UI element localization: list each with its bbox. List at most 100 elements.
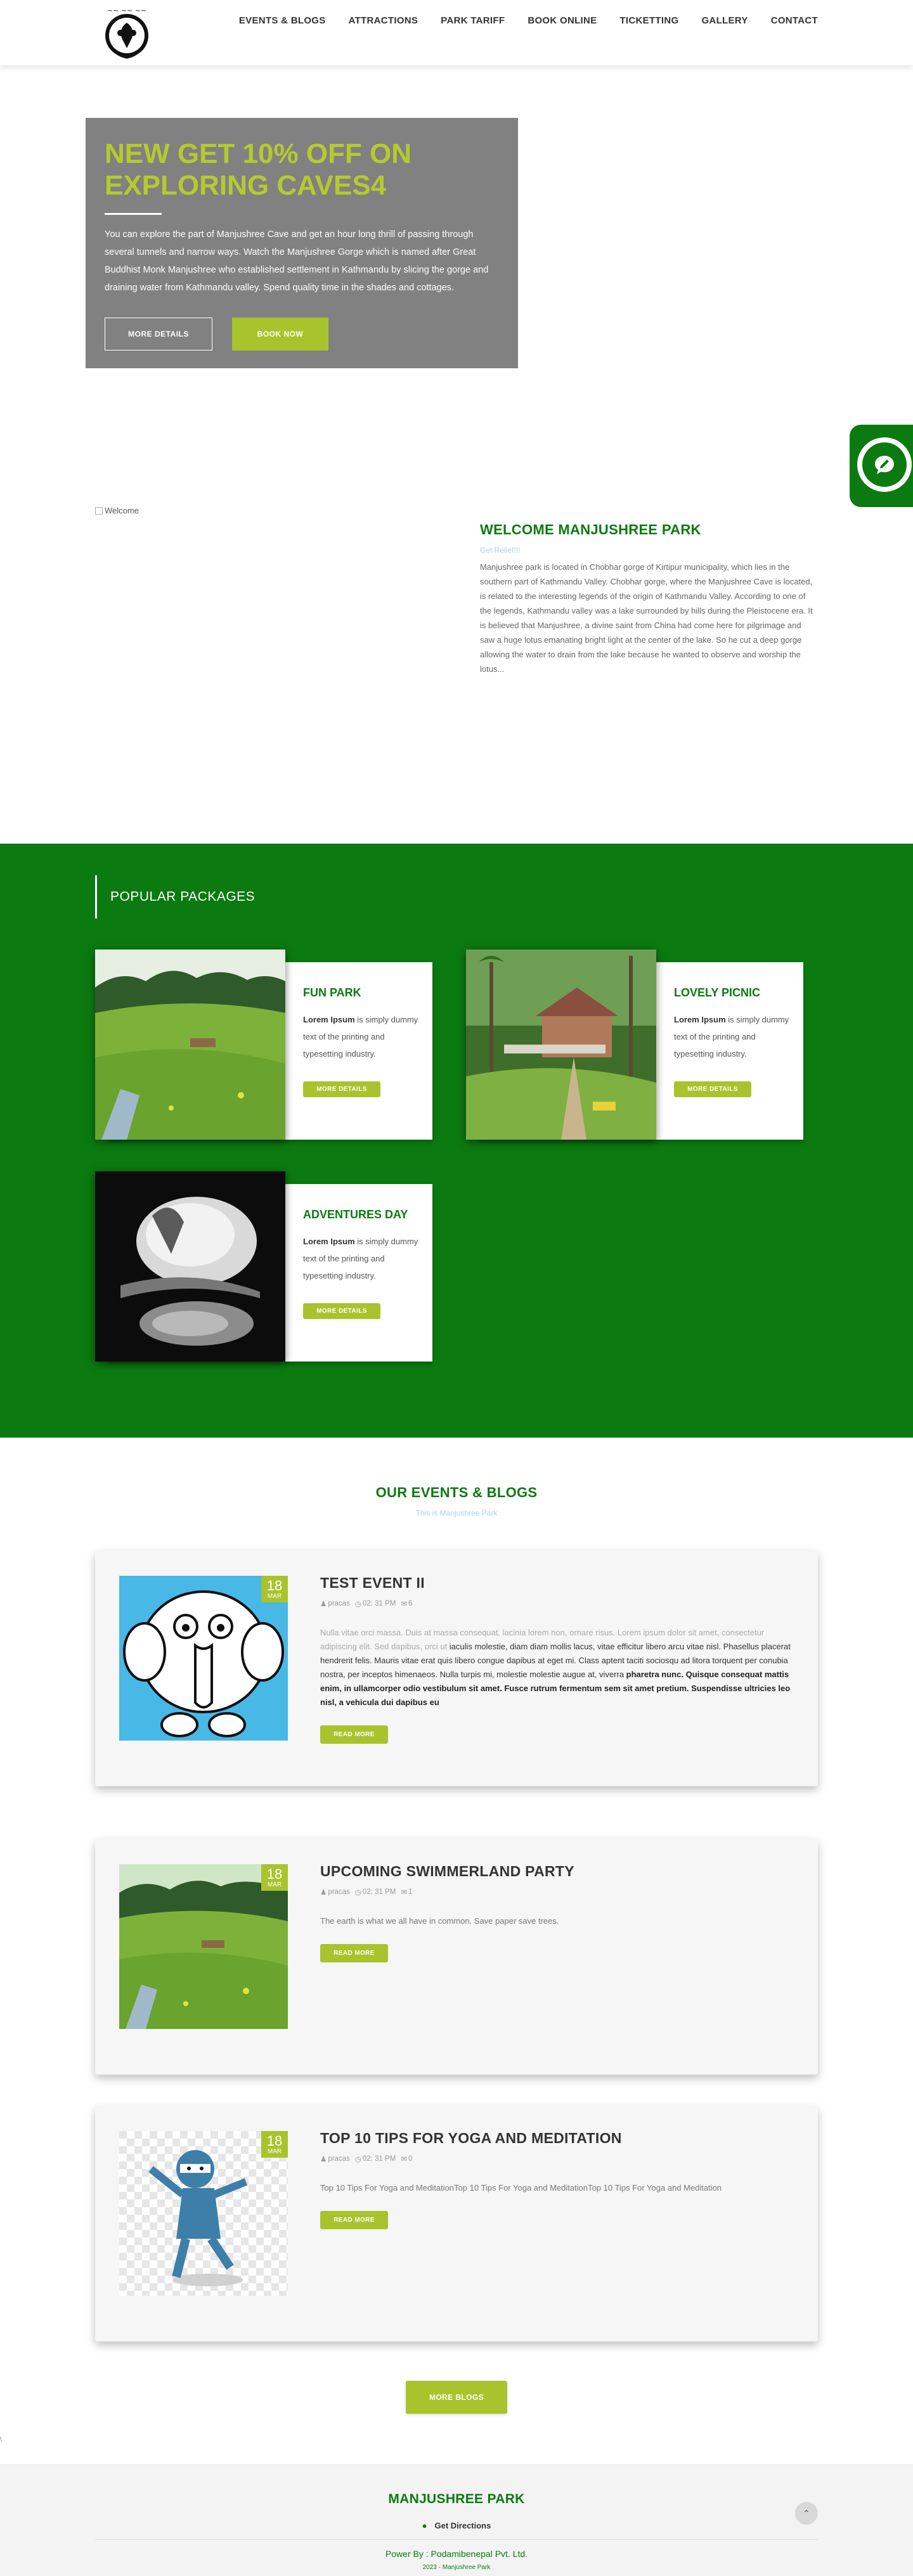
event-meta: ♟ pracas ◷ 02: 31 PM ✉ 1 — [320, 1888, 796, 1897]
footer-copyright: 2023 - Manjushree Park — [422, 2564, 491, 2571]
event-day: 18 — [266, 2133, 283, 2149]
event-body: UPCOMING SWIMMERLAND PARTY ♟ pracas ◷ 02: … — [320, 1863, 796, 1962]
event-time: ◷ 02: 31 PM — [354, 1888, 396, 1897]
read-more-button[interactable]: READ MORE — [320, 2211, 388, 2229]
event-time: ◷ 02: 31 PM — [354, 1600, 396, 1608]
event-date-badge: 18 MAR — [261, 2131, 288, 2158]
event-card: 18 MAR UPCOMING SWIMMERLAND PARTY ♟ praca… — [95, 1839, 818, 2075]
scroll-to-top-button[interactable]: ⌃ — [795, 2502, 818, 2525]
more-blogs-button[interactable]: MORE BLOGS — [406, 2381, 507, 2414]
event-time: ◷ 02: 31 PM — [354, 2155, 396, 2163]
package-title: FUN PARK — [303, 986, 361, 999]
comment-icon: ✉ — [401, 1600, 407, 1608]
package-more-details-button[interactable]: MORE DETAILS — [674, 1081, 751, 1097]
event-author: ♟ pracas — [320, 2155, 350, 2163]
floating-chat-button[interactable] — [850, 425, 913, 507]
welcome-body: Manjushree park is located in Chobhar go… — [480, 562, 813, 674]
package-more-details-button[interactable]: MORE DETAILS — [303, 1303, 380, 1319]
package-info: LOVELY PICNIC Lorem Ipsum is simply dumm… — [674, 986, 798, 1097]
nav-attractions[interactable]: ATTRACTIONS — [349, 15, 418, 26]
package-more-details-button[interactable]: MORE DETAILS — [303, 1081, 380, 1097]
get-directions-link[interactable]: ● Get Directions — [0, 2521, 913, 2530]
clock-icon: ◷ — [354, 2156, 361, 2163]
packages-section: POPULAR PACKAGES FUN PARK Lorem Ipsum is… — [0, 844, 913, 1438]
event-image[interactable]: 18 MAR — [119, 2131, 288, 2296]
event-excerpt: The earth is what we all have in common.… — [320, 1916, 559, 1926]
welcome-image: Welcome — [95, 506, 139, 515]
footer-powered-by: Power By : Podamibenepal Pvt. Ltd. — [385, 2549, 528, 2559]
nav-book-online[interactable]: BOOK ONLINE — [528, 15, 597, 26]
package-image-adventures-day[interactable] — [95, 1171, 285, 1362]
welcome-subtitle: Get Relief!!! — [480, 546, 521, 555]
footer-title: MANJUSHREE PARK — [388, 2492, 525, 2506]
event-image[interactable]: 18 MAR — [119, 1576, 288, 1741]
package-card: FUN PARK Lorem Ipsum is simply dummy tex… — [95, 950, 432, 1140]
clock-icon: ◷ — [354, 1600, 361, 1608]
event-day: 18 — [266, 1866, 283, 1882]
welcome-section: Welcome WELCOME MANJUSHREE PARK Get Reli… — [0, 427, 913, 844]
package-description: Lorem Ipsum is simply dummy text of the … — [303, 1237, 418, 1280]
event-date-badge: 18 MAR — [261, 1864, 288, 1891]
nav-gallery[interactable]: GALLERY — [701, 15, 748, 26]
packages-heading: POPULAR PACKAGES — [95, 875, 255, 918]
event-image[interactable]: 18 MAR — [119, 1864, 288, 2029]
hero-offer-box: NEW GET 10% OFF ON EXPLORING CAVES4 You … — [86, 118, 518, 368]
event-day: 18 — [266, 1578, 283, 1594]
event-comments: ✉ 1 — [401, 1888, 413, 1897]
site-logo[interactable]: ~~ ~~ ~~ — [95, 4, 159, 61]
book-now-button[interactable]: BOOK NOW — [232, 318, 328, 351]
stray-character: \ — [0, 2437, 2, 2444]
footer-divider — [95, 2539, 818, 2540]
event-body: TEST EVENT II ♟ pracas ◷ 02: 31 PM ✉ 6 Null… — [320, 1575, 796, 1744]
svg-text:~~ ~~ ~~: ~~ ~~ ~~ — [107, 6, 146, 15]
event-excerpt: Nulla vitae orci massa. Duis at massa co… — [320, 1628, 791, 1707]
events-title: OUR EVENTS & BLOGS — [375, 1484, 538, 1500]
package-title: LOVELY PICNIC — [674, 986, 761, 999]
event-name[interactable]: TEST EVENT II — [320, 1575, 796, 1592]
nav-ticketting[interactable]: TICKETTING — [619, 15, 678, 26]
package-image-lovely-picnic[interactable] — [466, 950, 656, 1140]
event-month: MAR — [267, 1593, 282, 1600]
event-name[interactable]: UPCOMING SWIMMERLAND PARTY — [320, 1863, 796, 1880]
event-month: MAR — [267, 2148, 282, 2155]
package-card: LOVELY PICNIC Lorem Ipsum is simply dumm… — [466, 950, 803, 1140]
nav-events-blogs[interactable]: EVENTS & BLOGS — [239, 15, 326, 26]
event-card: 18 MAR TEST EVENT II ♟ pracas ◷ 02: 31 PM … — [95, 1550, 818, 1786]
event-date-badge: 18 MAR — [261, 1576, 288, 1602]
hero-buttons: MORE DETAILS BOOK NOW — [105, 318, 499, 351]
package-info: ADVENTURES DAY Lorem Ipsum is simply dum… — [303, 1208, 427, 1319]
event-body: TOP 10 TIPS FOR YOGA AND MEDITATION ♟ pra… — [320, 2130, 796, 2229]
welcome-title: WELCOME MANJUSHREE PARK — [480, 522, 701, 538]
map-pin-icon: ● — [422, 2521, 427, 2530]
hero-title: NEW GET 10% OFF ON EXPLORING CAVES4 — [105, 138, 412, 201]
welcome-image-alt: Welcome — [105, 506, 139, 515]
user-icon: ♟ — [320, 1600, 327, 1608]
read-more-button[interactable]: READ MORE — [320, 1725, 388, 1744]
hero-section: NEW GET 10% OFF ON EXPLORING CAVES4 You … — [0, 65, 913, 427]
event-comments: ✉ 0 — [401, 2155, 413, 2163]
event-author: ♟ pracas — [320, 1600, 350, 1608]
chevron-up-icon: ⌃ — [803, 2508, 810, 2518]
main-nav: EVENTS & BLOGS ATTRACTIONS PARK TARIFF B… — [239, 15, 818, 26]
events-section: OUR EVENTS & BLOGS This is Manjushree Pa… — [0, 1438, 913, 2464]
package-image-fun-park[interactable] — [95, 950, 285, 1140]
comment-icon: ✉ — [401, 1889, 407, 1897]
event-name[interactable]: TOP 10 TIPS FOR YOGA AND MEDITATION — [320, 2130, 796, 2147]
comment-icon: ✉ — [401, 2156, 407, 2163]
package-title: ADVENTURES DAY — [303, 1208, 408, 1221]
read-more-button[interactable]: READ MORE — [320, 1944, 388, 1962]
package-card: ADVENTURES DAY Lorem Ipsum is simply dum… — [95, 1171, 432, 1362]
events-subtitle: This is Manjushree Park — [415, 1509, 498, 1517]
package-info: FUN PARK Lorem Ipsum is simply dummy tex… — [303, 986, 427, 1097]
site-header: ~~ ~~ ~~ EVENTS & BLOGS ATTRACTIONS PARK… — [0, 0, 913, 65]
chat-bubble-icon — [862, 442, 907, 487]
welcome-text-block: WELCOME MANJUSHREE PARK Get Relief!!! Ma… — [480, 522, 816, 676]
event-author: ♟ pracas — [320, 1888, 350, 1897]
package-description: Lorem Ipsum is simply dummy text of the … — [674, 1015, 789, 1059]
clock-icon: ◷ — [354, 1889, 361, 1897]
more-details-button[interactable]: MORE DETAILS — [105, 318, 212, 351]
site-footer: MANJUSHREE PARK ● Get Directions Power By… — [0, 2464, 913, 2576]
hero-divider — [105, 213, 162, 215]
nav-contact[interactable]: CONTACT — [771, 15, 818, 26]
nav-park-tariff[interactable]: PARK TARIFF — [441, 15, 505, 26]
